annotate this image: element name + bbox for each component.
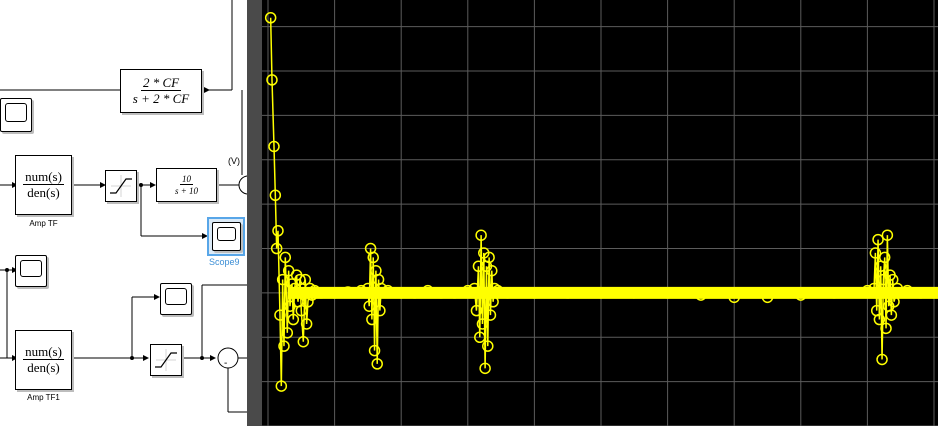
saturation-icon	[155, 349, 177, 371]
feedback-tf-block[interactable]: 2 * CF s + 2 * CF	[120, 69, 202, 113]
feedback-tf-numerator: 2 * CF	[140, 75, 182, 91]
filter-tf-block[interactable]: 10 s + 10	[156, 168, 217, 202]
amp-tf-block[interactable]: num(s) den(s)	[15, 155, 72, 215]
scope-screen-icon	[217, 227, 236, 241]
feedback-tf-denominator: s + 2 * CF	[132, 91, 190, 106]
saturation-block-bottom[interactable]	[150, 344, 182, 376]
plot-background	[262, 0, 938, 426]
scope-screen-icon	[5, 103, 27, 122]
scope9-caption: Scope9	[209, 257, 240, 267]
amp-tf1-numerator: num(s)	[23, 344, 64, 360]
scope-screen-icon	[20, 260, 42, 277]
scope9-block[interactable]	[212, 222, 241, 251]
saturation-icon	[110, 175, 132, 197]
scope-plot[interactable]: 6543210-1-2-3	[262, 0, 938, 426]
scope9-selection[interactable]	[207, 217, 245, 256]
amp-tf1-denominator: den(s)	[27, 360, 60, 375]
filter-tf-denominator: s + 10	[174, 186, 199, 196]
amp-tf-numerator: num(s)	[23, 169, 64, 185]
amp-tf-denominator: den(s)	[27, 185, 60, 200]
scope-window-border	[247, 0, 262, 426]
amp-tf1-block[interactable]: num(s) den(s)	[15, 330, 72, 390]
scope-block-bottom[interactable]	[160, 283, 192, 315]
sum-minus-sign: -	[224, 358, 228, 369]
sum-block[interactable]	[217, 347, 239, 369]
signal-label: (V)	[228, 156, 240, 166]
simulink-canvas[interactable]: 2 * CF s + 2 * CF num(s) den(s) Amp TF 1…	[0, 0, 250, 426]
scope-block-mid[interactable]	[15, 255, 47, 287]
saturation-block-top[interactable]	[105, 170, 137, 202]
filter-tf-numerator: 10	[180, 174, 193, 185]
scope-block-top[interactable]	[0, 98, 32, 132]
amp-tf1-caption: Amp TF1	[27, 393, 60, 402]
scope-screen-icon	[165, 288, 187, 305]
amp-tf-caption: Amp TF	[29, 219, 58, 228]
